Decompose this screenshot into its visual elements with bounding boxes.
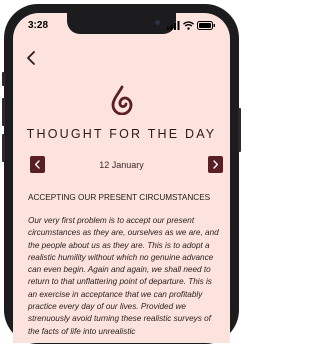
status-icons [167, 21, 216, 30]
next-day-button[interactable] [208, 156, 223, 173]
side-button [2, 72, 5, 86]
battery-icon [197, 21, 215, 30]
drop-swirl-logo-icon [111, 85, 133, 115]
camera [155, 20, 160, 25]
reading-body-text: Our very first problem is to accept our … [28, 216, 219, 336]
reading-subheading: ACCEPTING OUR PRESENT CIRCUMSTANCES [28, 193, 211, 202]
status-time: 3:28 [28, 20, 49, 31]
app-screen: 3:28 THOUGHT FOR THE DAY 12 January ACCE… [13, 13, 230, 343]
side-button [2, 134, 5, 162]
side-button [238, 108, 241, 152]
notch [67, 13, 176, 34]
signal-icon [167, 21, 180, 30]
chevron-right-icon [213, 160, 219, 169]
wifi-icon [183, 21, 194, 30]
back-button[interactable] [24, 50, 38, 66]
date-label: 12 January [99, 160, 144, 170]
side-button [2, 98, 5, 126]
page-title: THOUGHT FOR THE DAY [26, 127, 217, 141]
